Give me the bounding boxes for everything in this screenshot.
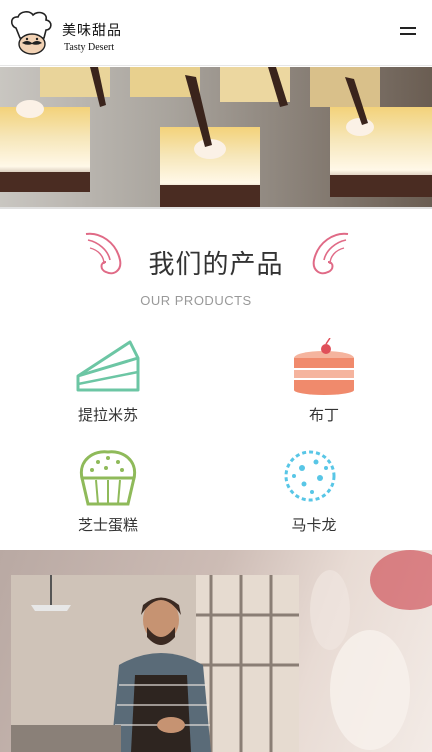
product-label: 马卡龙	[291, 516, 337, 534]
chef-logo-icon	[10, 11, 52, 55]
product-item-macaron[interactable]: 马卡龙	[254, 448, 374, 548]
product-label: 提拉米苏	[77, 406, 138, 424]
blurred-dessert-background	[310, 550, 432, 750]
logo-chinese-text: 美味甜品	[62, 23, 122, 39]
cake-slice-icon	[76, 340, 140, 392]
site-header: 美味甜品 Tasty Desert	[0, 0, 432, 66]
products-heading: 我们的产品	[0, 230, 432, 280]
section-divider	[0, 207, 432, 209]
chef-photo	[11, 575, 299, 752]
site-logo[interactable]: 美味甜品 Tasty Desert	[8, 10, 128, 58]
layer-cake-icon	[294, 338, 354, 395]
cupcake-icon	[79, 450, 137, 506]
hero-banner-image	[0, 67, 432, 207]
bakery-banner	[0, 550, 432, 752]
macaron-icon	[284, 450, 336, 502]
logo-english-text: Tasty Desert	[64, 42, 115, 53]
hamburger-menu-icon[interactable]	[400, 27, 418, 41]
product-item-tiramisu[interactable]: 提拉米苏	[48, 338, 168, 438]
product-item-pudding[interactable]: 布丁	[264, 338, 384, 438]
product-label: 芝士蛋糕	[77, 516, 138, 534]
angel-wing-right-icon	[312, 232, 349, 275]
products-subtitle: OUR PRODUCTS	[140, 293, 252, 308]
products-title: 我们的产品	[148, 250, 284, 280]
product-label: 布丁	[308, 406, 339, 424]
product-item-cheesecake[interactable]: 芝士蛋糕	[48, 448, 168, 548]
